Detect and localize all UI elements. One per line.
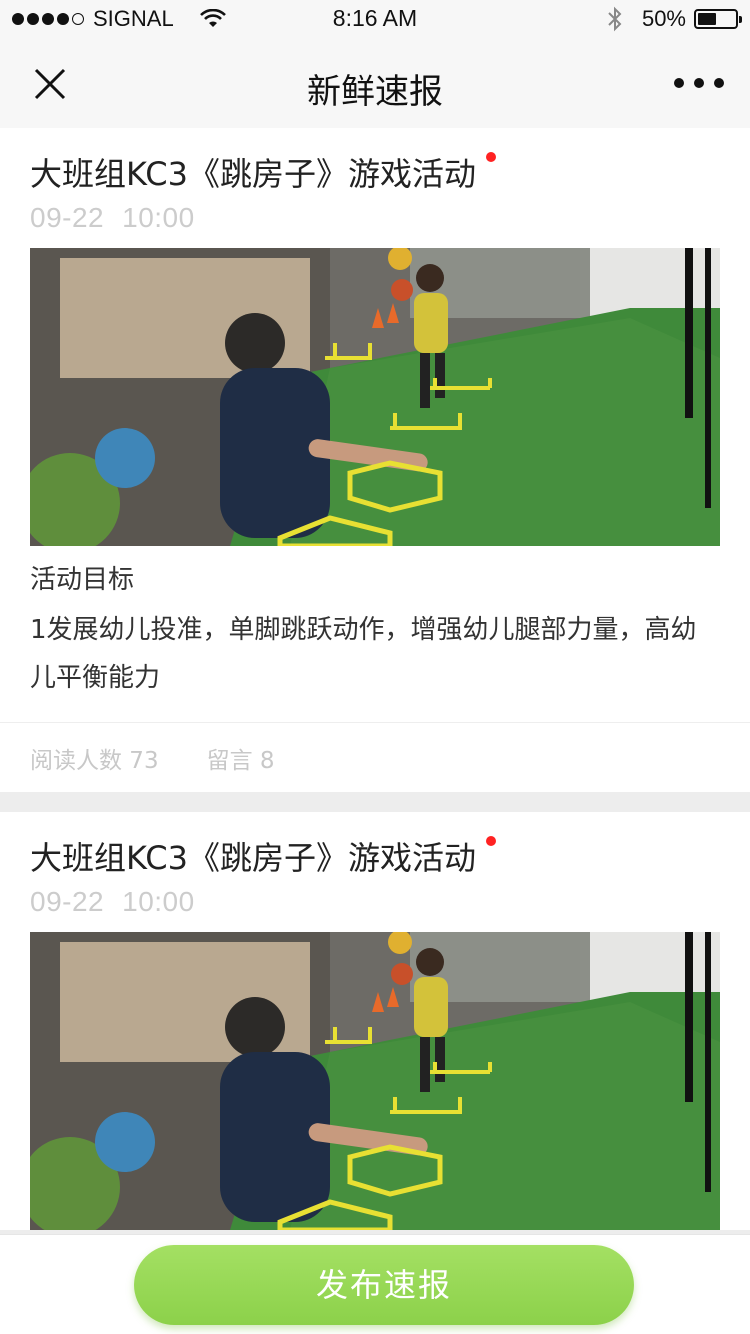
post-photo[interactable] [30,248,720,546]
post-date: 09-22 10:00 [30,202,720,234]
more-icon[interactable] [674,78,724,88]
post-title: 大班组KC3《跳房子》游戏活动 [30,839,476,877]
publish-news-button[interactable]: 发布速报 [134,1245,634,1325]
more-dot [714,78,724,88]
comment-count[interactable]: 留言 8 [207,741,275,775]
post-date-day: 09-22 [30,886,105,917]
post-date-time: 10:00 [122,886,195,917]
post-photo[interactable] [30,932,720,1230]
post-title: 大班组KC3《跳房子》游戏活动 [30,155,476,193]
battery-group: 50% [606,6,742,32]
post-photo-illustration [30,248,720,546]
post-title-wrap[interactable]: 大班组KC3《跳房子》游戏活动 [30,150,496,198]
goal-text: 1发展幼儿投准，单脚跳跃动作，增强幼儿腿部力量，高幼儿平衡能力 [30,615,697,693]
battery-icon [694,9,742,29]
goal-label: 活动目标 [30,565,135,595]
news-feed[interactable]: 大班组KC3《跳房子》游戏活动 09-22 10:00 活动目标 1发展幼儿投准… [0,128,750,1234]
bluetooth-icon [608,6,622,32]
more-dot [694,78,704,88]
page-title: 新鲜速报 [307,72,443,112]
post-date-day: 09-22 [30,202,105,233]
post-photo-illustration [30,932,720,1230]
status-bar: SIGNAL 8:16 AM 50% [0,0,750,40]
post-date: 09-22 10:00 [30,886,720,918]
post-stats: 阅读人数 73 留言 8 [0,722,750,792]
nav-bar: 新鲜速报 [0,40,750,128]
post-card[interactable]: 大班组KC3《跳房子》游戏活动 09-22 10:00 [0,128,750,792]
post-title-wrap[interactable]: 大班组KC3《跳房子》游戏活动 [30,834,496,882]
post-card[interactable]: 大班组KC3《跳房子》游戏活动 09-22 10:00 [0,812,750,1230]
unread-dot [485,152,496,162]
bottom-action-bar: 发布速报 [0,1234,750,1334]
more-dot [674,78,684,88]
battery-level [698,13,716,25]
unread-dot [485,836,496,846]
post-date-time: 10:00 [122,202,195,233]
read-count: 阅读人数 73 [30,747,159,774]
battery-percent: 50% [641,6,686,31]
